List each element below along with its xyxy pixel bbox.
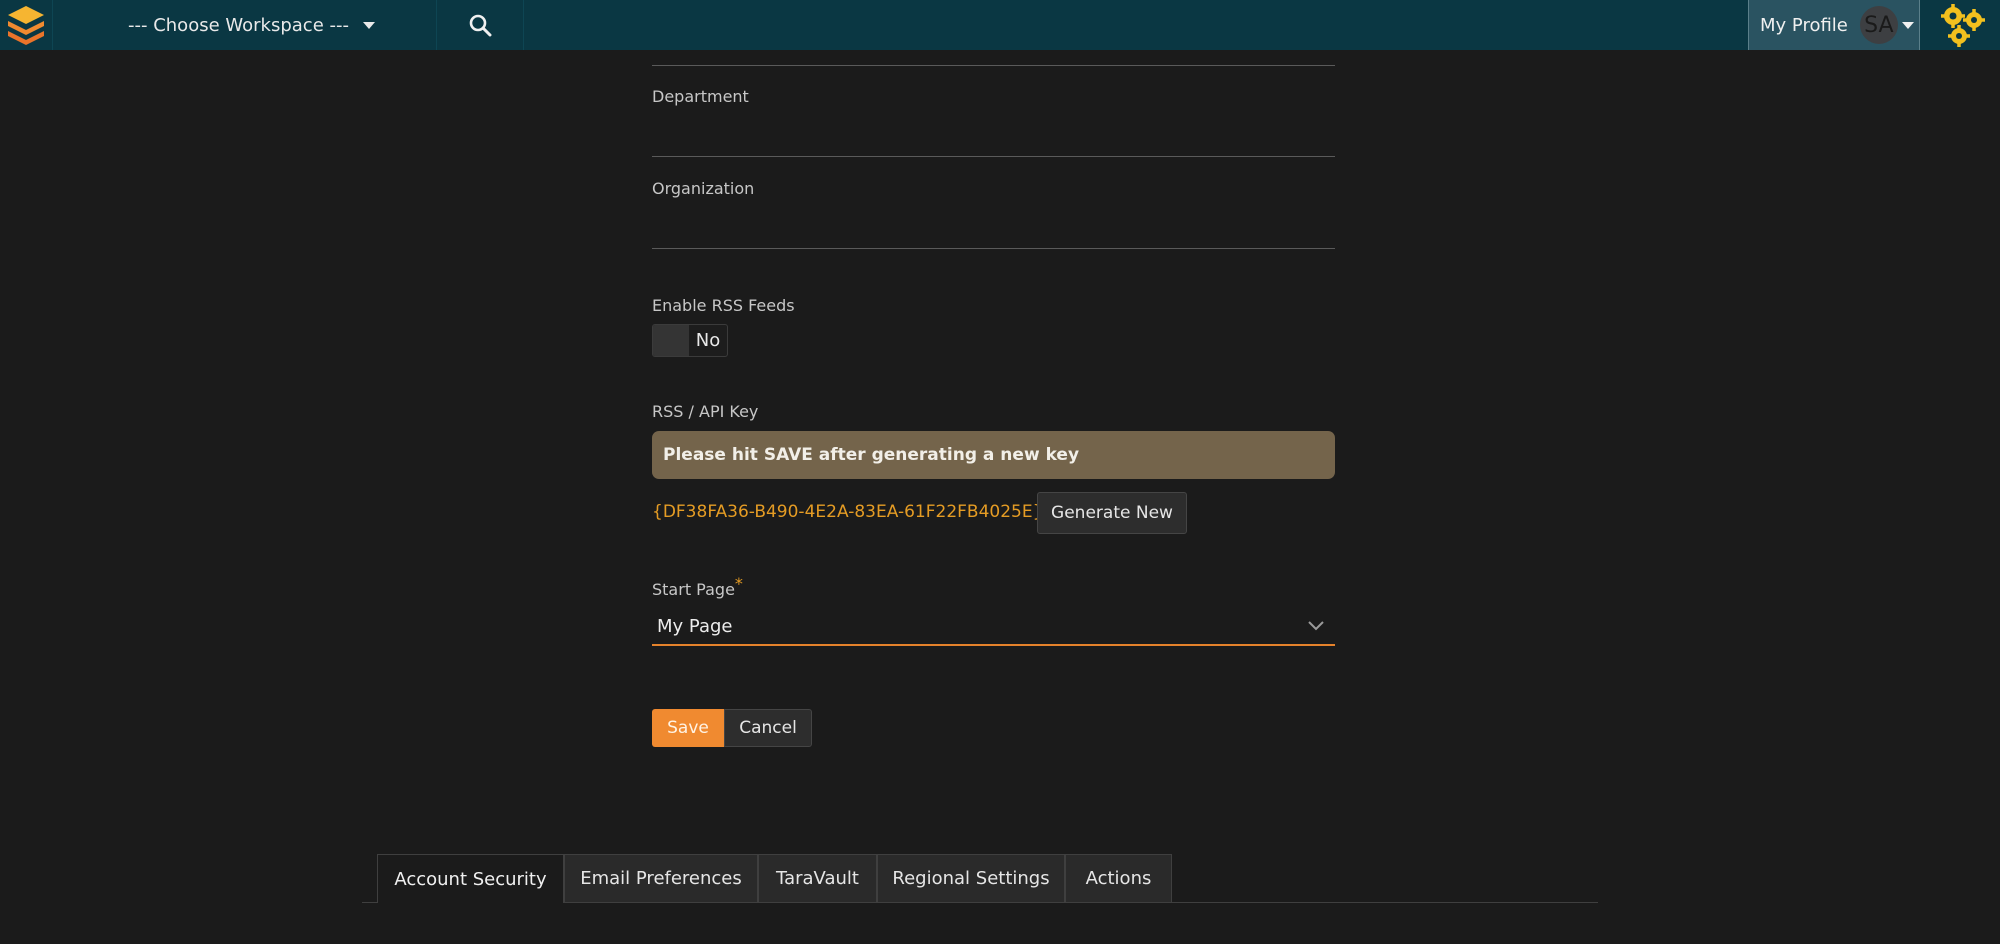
organization-input[interactable]: [652, 220, 1335, 249]
tab-account-security[interactable]: Account Security: [377, 854, 564, 903]
chevron-down-icon: [1308, 621, 1324, 631]
caret-down-icon: [362, 21, 375, 29]
rss-toggle[interactable]: No: [652, 324, 728, 357]
gears-icon: [1941, 4, 1985, 47]
department-label: Department: [652, 87, 749, 106]
tab-taravault[interactable]: TaraVault: [758, 854, 877, 902]
profile-label: My Profile: [1760, 14, 1848, 36]
field-underline: [652, 65, 1335, 66]
settings-button[interactable]: [1936, 0, 1992, 50]
avatar: SA: [1859, 6, 1898, 44]
my-profile-menu[interactable]: My Profile SA: [1748, 0, 1920, 50]
workspace-label: --- Choose Workspace ---: [128, 14, 349, 36]
start-page-select[interactable]: My Page: [652, 608, 1335, 646]
tab-email-preferences[interactable]: Email Preferences: [564, 854, 758, 902]
required-marker: *: [734, 574, 743, 593]
stacked-layers-logo-icon: [8, 6, 44, 45]
save-button[interactable]: Save: [652, 709, 724, 747]
caret-down-icon: [1901, 21, 1914, 29]
search-icon: [469, 14, 492, 37]
api-key-notice-text: Please hit SAVE after generating a new k…: [663, 445, 1080, 465]
department-input[interactable]: [652, 128, 1335, 157]
search-button[interactable]: [437, 0, 524, 50]
tab-regional-settings[interactable]: Regional Settings: [877, 854, 1065, 902]
app-logo[interactable]: [0, 0, 53, 50]
rss-label: Enable RSS Feeds: [652, 296, 795, 315]
cancel-button[interactable]: Cancel: [724, 709, 812, 747]
api-key-label: RSS / API Key: [652, 402, 759, 421]
organization-label: Organization: [652, 179, 755, 198]
tab-actions[interactable]: Actions: [1065, 854, 1172, 902]
start-page-label-wrap: Start Page*: [652, 574, 743, 599]
api-key-value: {DF38FA36-B490-4E2A-83EA-61F22FB4025E}: [652, 502, 1044, 522]
workspace-selector[interactable]: --- Choose Workspace ---: [68, 0, 437, 50]
top-navbar: --- Choose Workspace --- My Profile SA: [0, 0, 2000, 50]
start-page-value: My Page: [657, 615, 733, 637]
start-page-label: Start Page: [652, 580, 735, 599]
generate-new-button[interactable]: Generate New: [1037, 492, 1187, 534]
toggle-value: No: [695, 330, 721, 351]
toggle-knob: [653, 325, 689, 356]
api-key-notice: Please hit SAVE after generating a new k…: [652, 431, 1335, 479]
